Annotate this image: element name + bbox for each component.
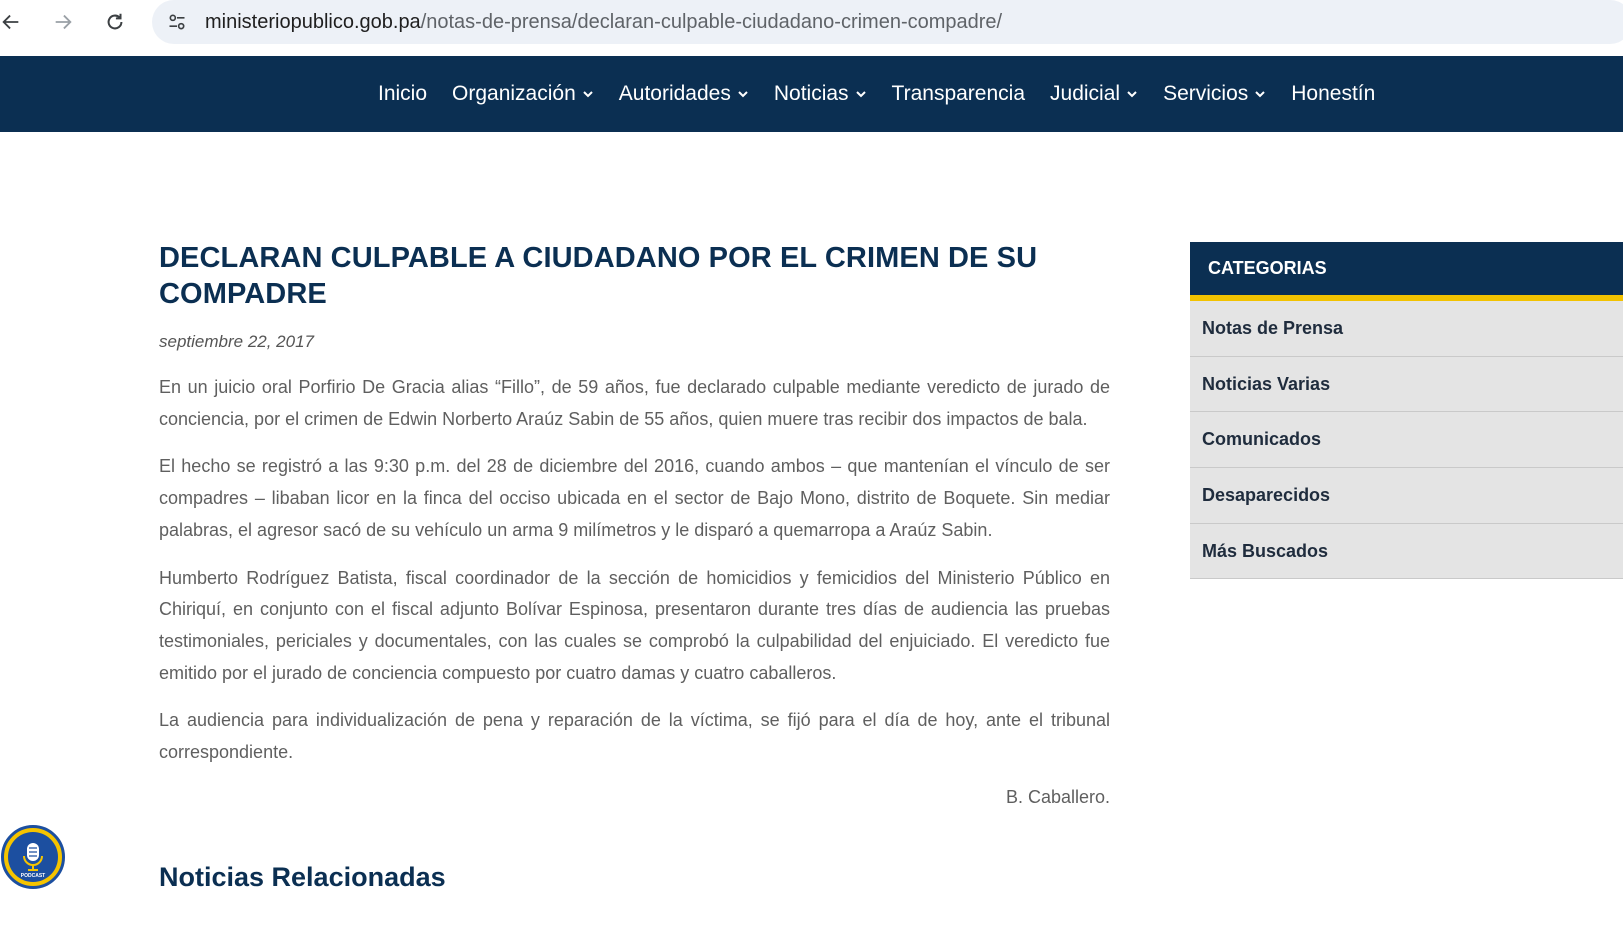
category-comunicados[interactable]: Comunicados [1190, 412, 1623, 469]
back-button[interactable] [0, 7, 26, 37]
nav-menu: Inicio Organización Autoridades Noticias Tra… [378, 56, 1400, 132]
category-list: Notas de Prensa Noticias Varias Comunica… [1190, 301, 1623, 580]
nav-item-label: Judicial [1050, 82, 1121, 105]
article-paragraph-2: El hecho se registró a las 9:30 p.m. del… [159, 456, 1110, 540]
article: DECLARAN CULPABLE A CIUDADANO POR EL CRI… [159, 240, 1110, 808]
article-paragraph-3: Humberto Rodríguez Batista, fiscal coord… [159, 567, 1110, 683]
article-body: En un juicio oral Porfirio De Gracia ali… [159, 372, 1110, 769]
nav-item-noticias[interactable]: Noticias [774, 82, 867, 106]
chevron-down-icon [738, 91, 748, 98]
article-title-line-1: DECLARAN CULPABLE A CIUDADANO POR EL CRI… [159, 242, 1038, 274]
url-path: /notas-de-prensa/declaran-culpable-ciuda… [420, 11, 1003, 33]
categories-header: CATEGORIAS [1190, 242, 1623, 295]
chevron-down-icon [1255, 91, 1265, 98]
chevron-down-icon [1127, 91, 1137, 98]
related-news-heading: Noticias Relacionadas [159, 862, 446, 892]
article-paragraph-4: La audiencia para individualización de p… [159, 710, 1110, 763]
reload-icon [107, 13, 123, 30]
nav-item-label: Noticias [773, 82, 849, 105]
arrow-right-icon [55, 14, 72, 30]
category-mas-buscados[interactable]: Más Buscados [1190, 524, 1623, 580]
nav-item-label: Organización [452, 82, 576, 105]
article-paragraph-1: En un juicio oral Porfirio De Gracia ali… [159, 377, 1110, 429]
nav-item-honestin[interactable]: Honestín [1291, 82, 1375, 106]
nav-item-label: Honestín [1291, 82, 1376, 105]
microphone-icon [23, 843, 43, 871]
nav-item-label: Inicio [378, 82, 428, 105]
nav-item-transparencia[interactable]: Transparencia [892, 82, 1025, 106]
nav-item-label: Transparencia [891, 82, 1026, 105]
chevron-down-icon [583, 91, 593, 98]
article-title-line-2: COMPADRE [159, 278, 327, 310]
category-noticias-varias[interactable]: Noticias Varias [1190, 357, 1623, 413]
categories-sidebar: CATEGORIAS Notas de Prensa Noticias Vari… [1190, 242, 1623, 580]
podcast-badge-inner: PODCAST [8, 832, 58, 882]
article-author: B. Caballero. [1005, 786, 1110, 807]
podcast-label: PODCAST [20, 873, 46, 879]
nav-item-autoridades[interactable]: Autoridades [619, 82, 749, 106]
article-date: septiembre 22, 2017 [159, 332, 314, 351]
forward-button[interactable] [48, 7, 78, 37]
nav-item-organizacion[interactable]: Organización [452, 82, 594, 106]
nav-item-label: Autoridades [618, 82, 731, 105]
site-info-icon[interactable] [164, 9, 190, 35]
url-text[interactable]: ministeriopublico.gob.pa/notas-de-prensa… [205, 11, 1002, 34]
nav-item-label: Servicios [1163, 82, 1249, 105]
podcast-button[interactable]: PODCAST [1, 825, 65, 889]
address-bar[interactable]: ministeriopublico.gob.pa/notas-de-prensa… [152, 0, 1623, 44]
category-desaparecidos[interactable]: Desaparecidos [1190, 468, 1623, 524]
main-navigation: Inicio Organización Autoridades Noticias Tra… [0, 56, 1623, 132]
article-title: DECLARAN CULPABLE A CIUDADANO POR EL CRI… [159, 240, 1110, 312]
nav-item-servicios[interactable]: Servicios [1163, 82, 1266, 106]
nav-item-judicial[interactable]: Judicial [1050, 82, 1138, 106]
category-notas-de-prensa[interactable]: Notas de Prensa [1190, 301, 1623, 357]
browser-toolbar: ministeriopublico.gob.pa/notas-de-prensa… [0, 0, 1623, 56]
reload-button[interactable] [100, 7, 130, 37]
arrow-left-icon [2, 14, 19, 30]
url-domain: ministeriopublico.gob.pa [205, 11, 421, 33]
chevron-down-icon [855, 91, 866, 98]
nav-item-inicio[interactable]: Inicio [378, 82, 427, 106]
